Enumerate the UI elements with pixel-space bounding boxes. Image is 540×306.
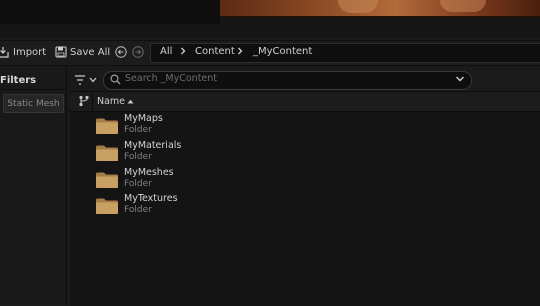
name-column-header[interactable]: Name: [97, 96, 125, 107]
search-placeholder: Search _MyContent: [125, 73, 218, 84]
divider: [0, 89, 66, 90]
chevron-down-icon[interactable]: [455, 75, 465, 83]
save-all-button[interactable]: Save All: [55, 44, 110, 60]
breadcrumb-content[interactable]: Content: [195, 46, 235, 57]
item-name: MyMaterials: [124, 140, 182, 151]
search-icon: [110, 74, 121, 85]
filter-chip-static-mesh[interactable]: Static Mesh: [3, 94, 64, 113]
chevron-right-icon[interactable]: [235, 45, 245, 57]
import-icon: [0, 47, 9, 58]
item-type: Folder: [124, 152, 152, 162]
sort-ascending-icon: [127, 99, 134, 104]
folder-icon: [96, 145, 118, 161]
folder-icon: [96, 172, 118, 188]
import-button[interactable]: Import: [0, 44, 46, 60]
viewport-frame: [0, 0, 220, 24]
level-viewport-preview[interactable]: [220, 0, 540, 17]
folder-icon: [96, 198, 118, 214]
import-label: Import: [13, 46, 47, 58]
list-header: [70, 92, 540, 112]
item-name: MyMaps: [124, 113, 163, 124]
item-type: Folder: [124, 125, 152, 135]
divider: [92, 92, 93, 111]
filter-icon[interactable]: [74, 74, 98, 86]
item-type: Folder: [124, 205, 152, 215]
breadcrumb-all[interactable]: All: [160, 46, 172, 57]
list-item[interactable]: MyMeshes Folder: [70, 167, 540, 194]
filter-chip-label: Static Mesh: [7, 98, 60, 109]
list-item[interactable]: MyMaterials Folder: [70, 140, 540, 167]
viewport-object: [440, 0, 486, 12]
chevron-right-icon[interactable]: [178, 45, 188, 57]
breadcrumb-mycontent[interactable]: _MyContent: [253, 46, 312, 57]
column-options-icon[interactable]: [78, 95, 90, 107]
item-type: Folder: [124, 179, 152, 189]
save-icon: [55, 46, 67, 58]
save-all-label: Save All: [70, 46, 111, 58]
back-arrow-icon[interactable]: [115, 46, 127, 58]
filters-title: Filters: [0, 75, 37, 86]
list-item[interactable]: MyMaps Folder: [70, 113, 540, 140]
item-name: MyMeshes: [124, 167, 174, 178]
item-name: MyTextures: [124, 193, 178, 204]
forward-arrow-icon[interactable]: [132, 46, 144, 58]
folder-icon: [96, 118, 118, 134]
list-item[interactable]: MyTextures Folder: [70, 193, 540, 220]
